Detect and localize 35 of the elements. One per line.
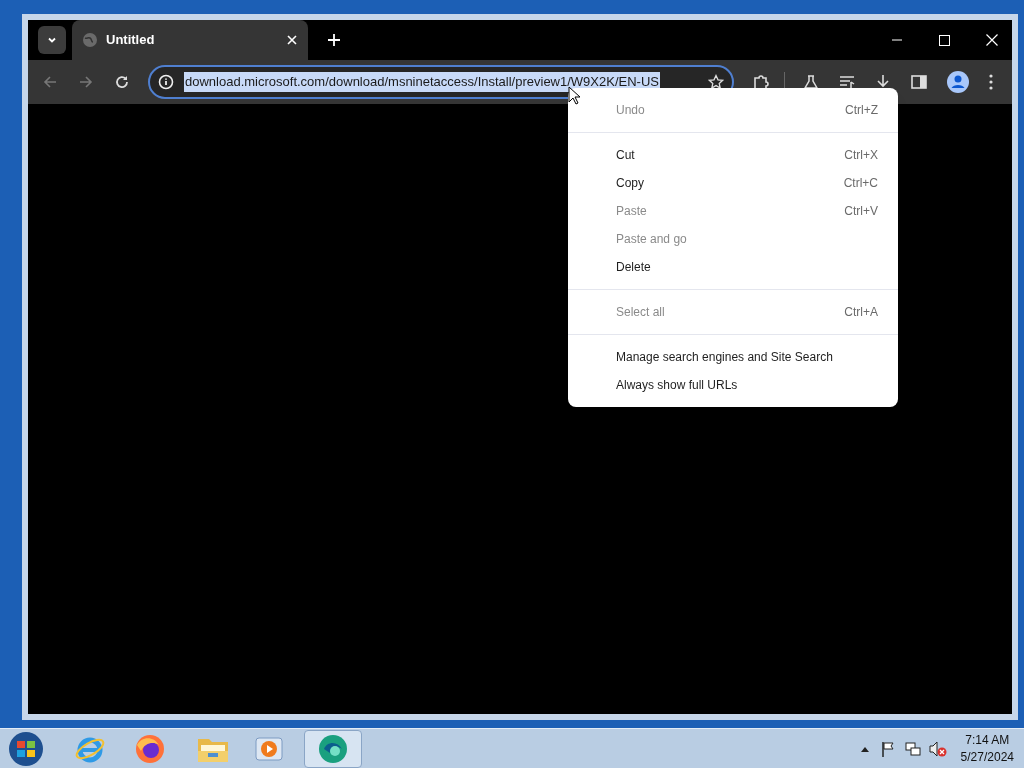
reading-list-icon[interactable] bbox=[839, 74, 855, 90]
clock-date: 5/27/2024 bbox=[960, 748, 1014, 766]
flag-icon[interactable] bbox=[880, 740, 895, 757]
browser-tab[interactable]: Untitled bbox=[72, 20, 308, 60]
menu-item[interactable]: Copy Ctrl+C bbox=[568, 169, 898, 197]
info-icon[interactable] bbox=[158, 74, 174, 90]
firefox-icon[interactable] bbox=[134, 732, 166, 765]
menu-icon[interactable] bbox=[989, 74, 993, 90]
taskbar-button[interactable] bbox=[304, 729, 362, 768]
menu-item[interactable]: Manage search engines and Site Search bbox=[568, 343, 898, 371]
app-logo-icon bbox=[316, 733, 350, 764]
maximize-icon[interactable] bbox=[939, 34, 950, 46]
start-button[interactable] bbox=[6, 730, 46, 767]
flask-icon[interactable] bbox=[803, 74, 819, 90]
url-text: download.microsoft.com/download/msninetaccess/Install/preview1/W9X2K/EN-US bbox=[184, 72, 660, 92]
close-icon[interactable] bbox=[986, 34, 998, 46]
menu-item[interactable]: Cut Ctrl+X bbox=[568, 141, 898, 169]
back-icon[interactable] bbox=[42, 74, 58, 90]
reload-icon[interactable] bbox=[114, 74, 130, 90]
tab-search-button[interactable] bbox=[38, 26, 66, 54]
star-icon[interactable] bbox=[708, 74, 724, 90]
profile-icon[interactable] bbox=[947, 71, 969, 93]
clock-time: 7:14 AM bbox=[965, 731, 1010, 749]
menu-item[interactable]: Delete bbox=[568, 253, 898, 281]
menu-item[interactable]: Always show full URLs bbox=[568, 371, 898, 399]
muted-speaker-icon[interactable] bbox=[928, 740, 947, 757]
show-hidden-icons-icon[interactable] bbox=[860, 745, 869, 752]
new-tab-icon[interactable] bbox=[328, 34, 340, 46]
tab-title: Untitled bbox=[106, 31, 156, 50]
network-icon[interactable] bbox=[904, 740, 921, 757]
side-panel-icon[interactable] bbox=[911, 74, 927, 90]
address-bar[interactable]: download.microsoft.com/download/msninetaccess/Install/preview1/W9X2K/EN-US bbox=[148, 65, 734, 99]
forward-icon[interactable] bbox=[78, 74, 94, 90]
close-icon[interactable] bbox=[286, 34, 298, 46]
globe-icon bbox=[82, 32, 98, 48]
